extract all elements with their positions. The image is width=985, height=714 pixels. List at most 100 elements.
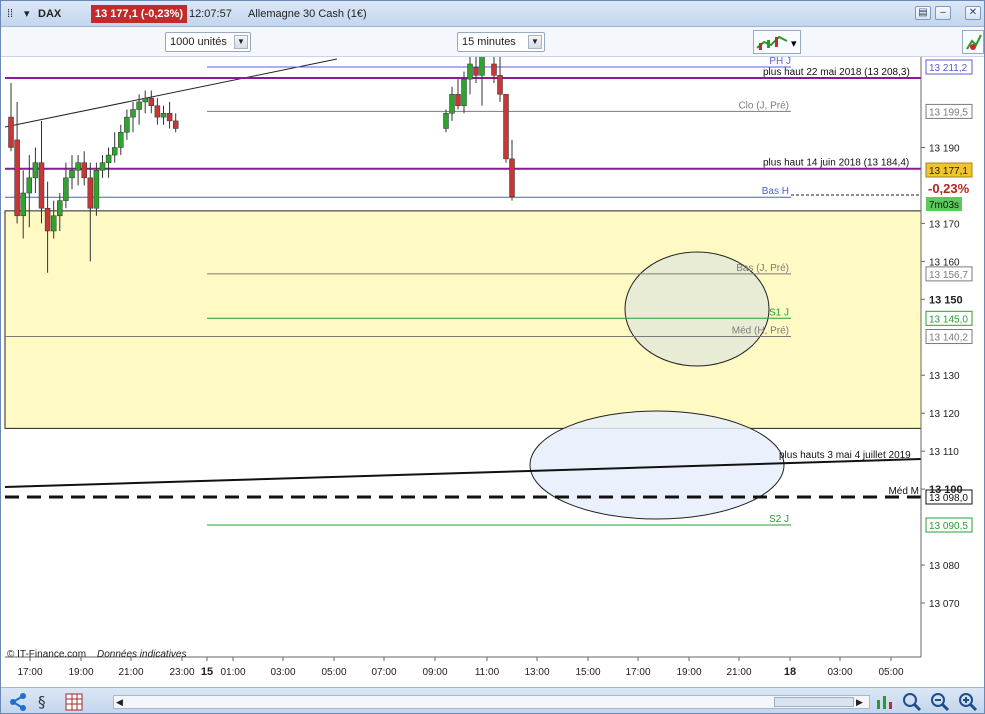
horizontal-scrollbar[interactable]: ◀ ▶ [113, 695, 870, 709]
candle-body [26, 177, 33, 194]
units-dropdown-value: 1000 unités [170, 36, 227, 48]
candle-body [111, 147, 118, 156]
price-tag: 13 145,0 [925, 310, 973, 326]
scroll-left-icon[interactable]: ◀ [116, 697, 126, 707]
candle-body [99, 162, 106, 171]
zoom-in-icon[interactable] [957, 691, 979, 713]
x-tick-label: 21:00 [726, 667, 751, 678]
candle-body [479, 57, 485, 76]
candle-body [63, 177, 69, 201]
price-tag: 13 199,5 [925, 103, 973, 119]
x-tick-label: 23:00 [169, 667, 194, 678]
level-label: PH J [769, 57, 791, 67]
zoom-fit-icon[interactable] [901, 691, 923, 713]
y-tick-label: 13 160 [929, 257, 960, 268]
price-tag-text: 13 090,5 [929, 521, 968, 532]
price-tag-text: 13 156,7 [929, 270, 968, 281]
x-tick-label: 19:00 [676, 667, 701, 678]
chart-type-button[interactable]: ▾ [753, 30, 801, 54]
candle-body [160, 113, 167, 118]
y-tick-label: 13 080 [929, 561, 960, 572]
candle-body [154, 105, 161, 118]
x-tick-label: 05:00 [878, 667, 903, 678]
y-tick-label: 13 170 [929, 219, 960, 230]
y-tick-label: 13 110 [929, 447, 959, 458]
price-tag-text: 13 145,0 [929, 314, 968, 325]
candle-body [118, 132, 124, 148]
indicator-button[interactable] [962, 30, 984, 54]
candle-body [166, 113, 173, 122]
candle-body [87, 177, 94, 209]
candle-body [105, 154, 112, 163]
index-label: DAX [38, 8, 62, 20]
grid-icon[interactable] [63, 691, 85, 713]
close-icon[interactable]: ✕ [965, 6, 981, 20]
price-tag-text: 13 140,2 [929, 333, 968, 344]
candle-body [449, 94, 455, 114]
x-tick-label: 17:00 [17, 667, 42, 678]
candle-body [50, 215, 57, 232]
x-tick-label: 01:00 [220, 667, 245, 678]
candle-body [497, 75, 503, 95]
price-tag-text: 13 199,5 [929, 107, 968, 118]
x-tick-label: 11:00 [475, 667, 500, 678]
y-tick-label: 13 070 [929, 599, 960, 610]
y-tick-label: 13 190 [929, 143, 960, 154]
y-tick-label: 13 120 [929, 409, 960, 420]
units-dropdown[interactable]: 1000 unités ▼ [165, 32, 251, 52]
candle[interactable] [93, 162, 100, 216]
candle-body [136, 101, 142, 110]
price-tag: 13 156,7 [925, 266, 973, 282]
grip-icon[interactable]: ⁞⁞ [7, 6, 13, 22]
candle-body [142, 97, 148, 103]
x-tick-label: 05:00 [321, 667, 346, 678]
share-icon[interactable] [7, 691, 29, 713]
candle-body [38, 162, 45, 209]
bottom-toolbar: § ◀ ▶ [1, 687, 984, 713]
level-label: plus hauts 3 mai 4 juillet 2019 [779, 450, 911, 461]
scrollbar-thumb[interactable] [774, 697, 854, 707]
candle-body [69, 170, 75, 179]
chart-settings-icon[interactable] [874, 691, 896, 713]
x-tick-label: 19:00 [68, 667, 93, 678]
candle-body [124, 116, 130, 133]
instrument-title: Allemagne 30 Cash (1€) [248, 8, 367, 20]
candle-body [32, 162, 39, 179]
price-tag: 13 211,2 [925, 59, 973, 75]
dropdown-arrow-icon[interactable]: ▾ [24, 6, 30, 22]
timeframe-dropdown[interactable]: 15 minutes ▼ [457, 32, 545, 52]
level-label: Bas (J, Pré) [736, 263, 789, 274]
price-chart[interactable]: PH J 13 211,2 plus haut 22 mai 2018 (13 20… [1, 57, 985, 687]
chevron-down-icon[interactable]: ▼ [528, 35, 542, 49]
cursor-tool-icon[interactable]: § [35, 691, 57, 713]
candle-body [467, 63, 473, 80]
zoom-out-icon[interactable] [929, 691, 951, 713]
candle[interactable] [503, 94, 509, 163]
candle-body [8, 116, 14, 148]
svg-text:▾: ▾ [791, 37, 797, 50]
level-label: S2 J [769, 514, 789, 525]
timeframe-dropdown-value: 15 minutes [462, 36, 516, 48]
change-percent: -0,23% [928, 181, 970, 196]
x-tick-label: 17:00 [625, 667, 650, 678]
title-bar: ⁞⁞ ▾ DAX 13 177,1 (-0,23%) 12:07:57 Alle… [1, 1, 984, 27]
candle-body [148, 97, 155, 106]
price-tag: 13 090,5 [925, 517, 973, 533]
candle-body [44, 207, 51, 232]
chevron-down-icon[interactable]: ▼ [234, 35, 248, 49]
level-label: Bas H [762, 186, 789, 197]
candle-body [130, 109, 136, 118]
candle-body [57, 200, 63, 217]
minimize-icon[interactable]: – [935, 6, 951, 20]
level-label: plus haut 22 mai 2018 (13 208,3) [763, 67, 910, 78]
x-tick-label: 13:00 [524, 667, 549, 678]
x-tick-label: 09:00 [422, 667, 447, 678]
candle-body [503, 94, 509, 160]
last-price-text: 13 177,1 [929, 166, 968, 177]
y-tick-label: 13 100 [929, 484, 963, 496]
x-tick-label: 15:00 [575, 667, 600, 678]
price-tag: 13 140,2 [925, 329, 973, 345]
menu-icon[interactable]: ▤ [915, 6, 931, 20]
scroll-right-icon[interactable]: ▶ [856, 697, 866, 707]
candle-body [75, 162, 81, 171]
